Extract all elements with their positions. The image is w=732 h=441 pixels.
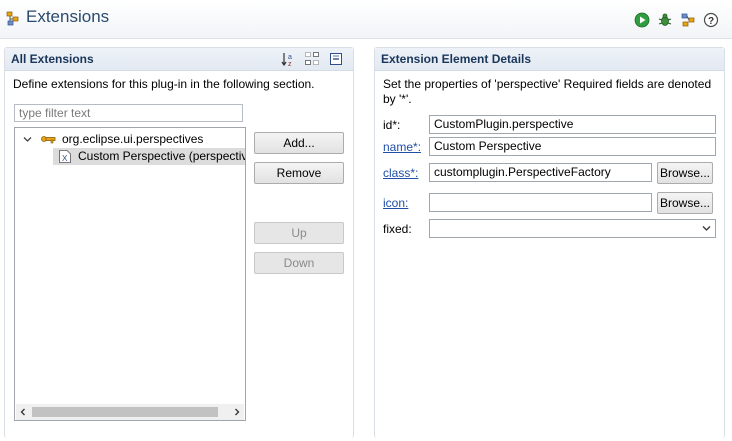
- debug-icon[interactable]: [657, 12, 673, 28]
- svg-text:z: z: [288, 61, 292, 67]
- chevron-down-icon[interactable]: [702, 225, 711, 232]
- id-field[interactable]: CustomPlugin.perspective: [429, 115, 716, 134]
- id-label: id*:: [383, 118, 401, 132]
- fixed-select[interactable]: [429, 219, 716, 238]
- name-field[interactable]: Custom Perspective: [429, 137, 716, 156]
- fixed-label: fixed:: [383, 222, 412, 236]
- icon-link[interactable]: icon:: [383, 196, 408, 210]
- up-button[interactable]: Up: [254, 222, 344, 244]
- tree-item-label: Custom Perspective (perspective): [78, 149, 246, 163]
- tree-item-label: org.eclipse.ui.perspectives: [62, 132, 204, 146]
- extension-element-details-section: Extension Element Details: [374, 47, 725, 438]
- horizontal-scrollbar[interactable]: [16, 404, 244, 420]
- help-icon[interactable]: ?: [703, 12, 719, 28]
- class-link[interactable]: class*:: [383, 166, 418, 180]
- xml-element-icon: X: [58, 149, 72, 164]
- extensions-tree[interactable]: org.eclipse.ui.perspectives X Custom Per…: [14, 127, 246, 421]
- filter-input[interactable]: [14, 104, 243, 122]
- section-title: Extension Element Details: [381, 52, 532, 66]
- sort-icon[interactable]: a z: [281, 51, 297, 67]
- remove-button[interactable]: Remove: [254, 162, 344, 184]
- scroll-left-icon[interactable]: [19, 408, 27, 416]
- section-header: All Extensions a z: [5, 48, 353, 71]
- class-browse-button[interactable]: Browse...: [657, 162, 713, 184]
- scrollbar-thumb[interactable]: [32, 407, 218, 417]
- show-full-name-icon[interactable]: [304, 51, 320, 67]
- svg-text:?: ?: [708, 16, 714, 27]
- down-button[interactable]: Down: [254, 252, 344, 274]
- icon-browse-button[interactable]: Browse...: [657, 192, 713, 214]
- class-field[interactable]: customplugin.PerspectiveFactory: [429, 163, 652, 182]
- name-link[interactable]: name*:: [383, 140, 421, 154]
- details-description-line2: by '*'.: [383, 92, 412, 106]
- svg-text:a: a: [288, 54, 292, 61]
- collapse-all-icon[interactable]: [328, 51, 344, 67]
- scroll-right-icon[interactable]: [233, 408, 241, 416]
- extension-wizard-icon[interactable]: [680, 12, 696, 28]
- chevron-down-icon[interactable]: [23, 135, 32, 144]
- tree-item-element[interactable]: X Custom Perspective (perspective): [53, 148, 245, 165]
- extension-point-icon: [40, 132, 56, 146]
- section-description: Define extensions for this plug-in in th…: [13, 77, 315, 91]
- section-title: All Extensions: [11, 52, 94, 66]
- tree-item-extension[interactable]: org.eclipse.ui.perspectives: [19, 131, 245, 147]
- svg-text:X: X: [62, 154, 68, 163]
- add-button[interactable]: Add...: [254, 132, 344, 154]
- page-title: Extensions: [26, 7, 110, 26]
- extensions-puzzle-icon: [6, 10, 22, 26]
- section-header: Extension Element Details: [375, 48, 724, 71]
- icon-field[interactable]: [429, 193, 652, 212]
- run-icon[interactable]: [634, 12, 650, 28]
- details-description-line1: Set the properties of 'perspective' Requ…: [383, 77, 712, 91]
- editor-header: Extensions ?: [0, 0, 732, 39]
